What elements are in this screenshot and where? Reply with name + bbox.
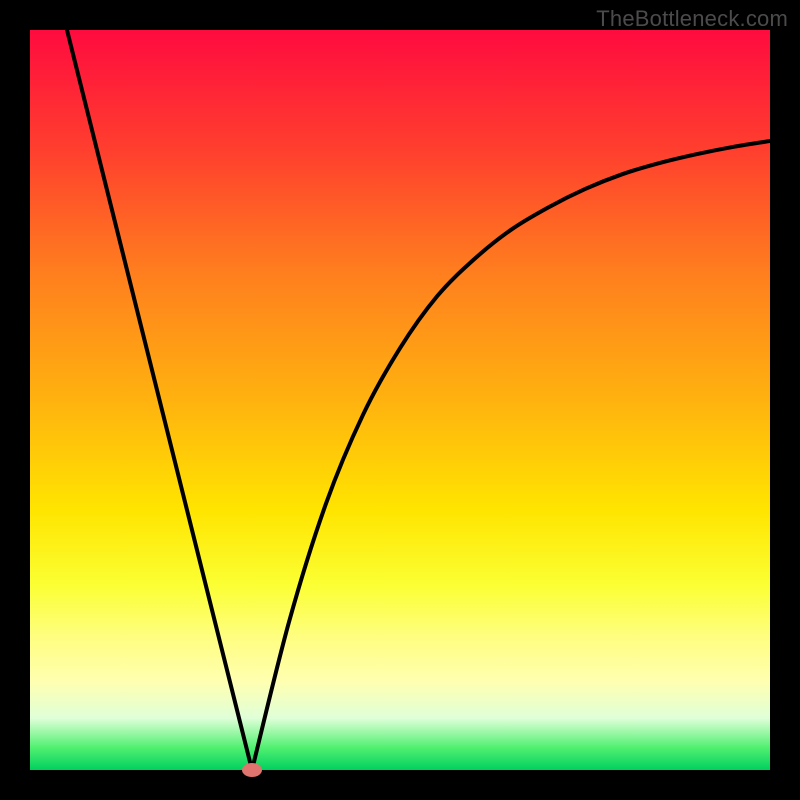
bottleneck-curve	[30, 30, 770, 770]
chart-plot-area	[30, 30, 770, 770]
watermark-text: TheBottleneck.com	[596, 6, 788, 32]
optimal-point-marker	[242, 763, 262, 777]
